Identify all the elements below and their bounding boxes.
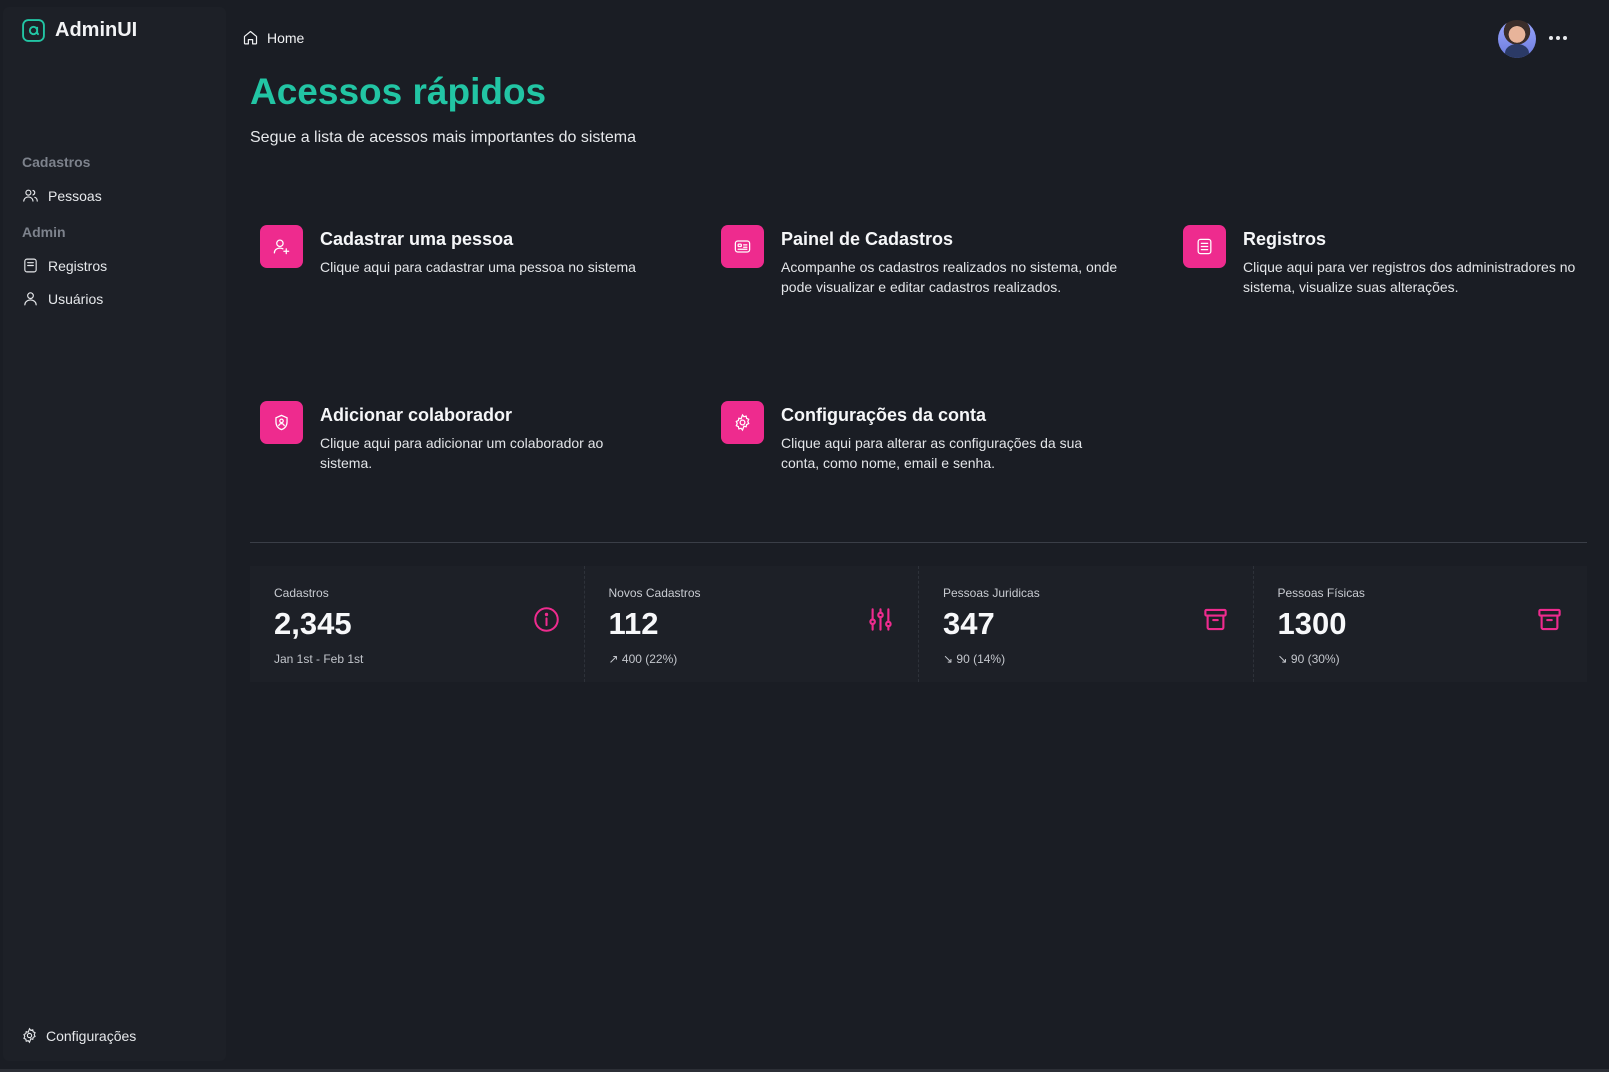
card-icon-box: [721, 401, 764, 444]
users-icon: [23, 189, 38, 202]
card-configuracoes-conta[interactable]: Configurações da conta Clique aqui para …: [721, 401, 1141, 473]
stat-pessoas-fisicas: Pessoas Físicas 1300 ↘︎ 90 (30%): [1252, 566, 1588, 682]
card-icon-box: [260, 225, 303, 268]
stat-cadastros: Cadastros 2,345 Jan 1st - Feb 1st: [250, 566, 584, 682]
breadcrumb-home: Home: [267, 29, 305, 46]
card-cadastrar-pessoa[interactable]: Cadastrar uma pessoa Clique aqui para ca…: [260, 225, 680, 277]
dot-icon: [1556, 36, 1560, 40]
stat-description: ↘︎ 90 (14%): [943, 652, 1006, 666]
stat-description: ↘︎ 90 (30%): [1277, 652, 1340, 666]
app-logo[interactable]: AdminUI: [21, 18, 137, 43]
sidebar-item-label: Usuários: [48, 290, 104, 307]
card-description: Clique aqui para cadastrar uma pessoa no…: [320, 259, 636, 275]
dot-icon: [1563, 36, 1567, 40]
divider: [250, 542, 1587, 543]
card-description: Acompanhe os cadastros realizados no sis…: [781, 259, 1118, 295]
page-subtitle: Segue a lista de acessos mais importante…: [250, 129, 636, 146]
sidebar-item-label: Pessoas: [48, 187, 102, 204]
logo-icon: [22, 19, 45, 42]
card-title: Adicionar colaborador: [320, 405, 513, 425]
stat-label: Cadastros: [274, 586, 329, 600]
user-shield-icon: [275, 414, 288, 431]
card-title: Configurações da conta: [781, 405, 987, 425]
file-icon: [24, 258, 37, 273]
sidebar-item-registros[interactable]: Registros: [22, 257, 107, 274]
nav-section-admin: Admin: [22, 224, 66, 240]
user-plus-icon: [273, 239, 290, 255]
more-options-button[interactable]: [1546, 28, 1570, 48]
stat-label: Pessoas Físicas: [1277, 586, 1365, 600]
sidebar-item-label: Configurações: [46, 1027, 137, 1044]
nav-section-cadastros: Cadastros: [22, 154, 91, 170]
stat-value: 2,345: [274, 606, 352, 641]
card-title: Cadastrar uma pessoa: [320, 229, 514, 249]
card-description: Clique aqui para adicionar um colaborado…: [320, 435, 604, 471]
home-icon: [243, 30, 258, 45]
card-registros[interactable]: Registros Clique aqui para ver registros…: [1183, 225, 1603, 297]
avatar[interactable]: [1498, 20, 1536, 58]
card-title: Registros: [1243, 229, 1327, 249]
info-icon: [533, 607, 559, 632]
sidebar: AdminUI Cadastros Pessoas Admin Registro…: [3, 7, 226, 1061]
stat-label: Novos Cadastros: [608, 586, 701, 600]
archive-icon: [1203, 608, 1227, 631]
card-icon-box: [260, 401, 303, 444]
sidebar-item-usuarios[interactable]: Usuários: [22, 290, 103, 307]
stat-value: 347: [943, 606, 995, 641]
stat-value: 112: [608, 606, 659, 641]
gear-icon: [735, 413, 750, 432]
list-icon: [1197, 238, 1212, 255]
stat-novos-cadastros: Novos Cadastros 112 ↗︎ 400 (22%): [583, 566, 919, 682]
sidebar-item-pessoas[interactable]: Pessoas: [22, 187, 102, 204]
card-painel-cadastros[interactable]: Painel de Cadastros Acompanhe os cadastr…: [721, 225, 1141, 297]
stat-pessoas-juridicas: Pessoas Juridicas 347 ↘︎ 90 (14%): [918, 566, 1253, 682]
page-title: Acessos rápidos: [250, 71, 547, 112]
card-adicionar-colaborador[interactable]: Adicionar colaborador Clique aqui para a…: [260, 401, 680, 473]
breadcrumb[interactable]: Home: [242, 29, 304, 46]
card-icon-box: [721, 225, 764, 268]
card-description: Clique aqui para alterar as configuraçõe…: [781, 435, 1083, 471]
stat-value: 1300: [1277, 606, 1347, 641]
card-icon-box: [1183, 225, 1226, 268]
stats-panel: Cadastros 2,345 Jan 1st - Feb 1st Novos …: [250, 566, 1587, 682]
stat-description: Jan 1st - Feb 1st: [274, 652, 364, 666]
stat-label: Pessoas Juridicas: [943, 586, 1040, 600]
sidebar-item-label: Registros: [48, 257, 108, 274]
card-description: Clique aqui para ver registros dos admin…: [1243, 259, 1576, 295]
id-card-icon: [734, 240, 751, 253]
dot-icon: [1549, 36, 1553, 40]
card-title: Painel de Cadastros: [781, 229, 954, 249]
stat-description: ↗︎ 400 (22%): [608, 652, 678, 666]
sliders-icon: [869, 608, 892, 631]
app-name: AdminUI: [55, 19, 138, 41]
gear-icon: [23, 1027, 36, 1044]
sidebar-item-configuracoes[interactable]: Configurações: [21, 1027, 136, 1044]
archive-icon: [1538, 608, 1561, 631]
user-icon: [24, 292, 37, 306]
